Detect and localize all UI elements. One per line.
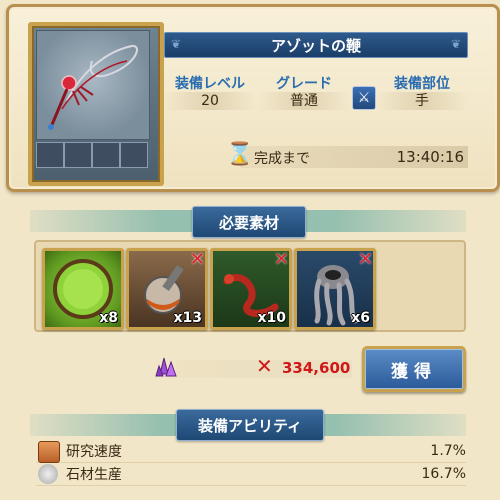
equipment-name: アゾットの鞭	[270, 36, 361, 55]
grey-tentacle-icon[interactable]: ✕ x6	[294, 248, 376, 330]
ability-label: 研究速度	[66, 444, 122, 460]
sword-icon: ⚔	[352, 86, 376, 110]
grade-value: 普通	[258, 92, 350, 110]
whip-icon[interactable]	[36, 30, 150, 140]
ornament-icon: ❦	[171, 37, 182, 51]
equipment-name-banner: ❦ アゾットの鞭 ❦	[164, 32, 468, 58]
level-value: 20	[164, 92, 256, 110]
cost-value: 334,600	[282, 359, 351, 377]
missing-mark-icon: ✕	[256, 354, 273, 378]
material-count: x10	[257, 310, 286, 326]
material-count: x13	[173, 310, 202, 326]
green-orb-icon[interactable]: x8	[42, 248, 124, 330]
ability-label: 石材生産	[66, 467, 122, 483]
missing-mark-icon: ✕	[357, 249, 373, 270]
hourglass-icon: ⌛	[226, 142, 254, 167]
materials-title: 必要素材	[192, 206, 306, 238]
grade-label: グレード	[276, 76, 332, 92]
slot-label: 装備部位	[394, 76, 450, 92]
socket-slot	[36, 142, 64, 168]
material-count: x8	[99, 310, 118, 326]
ability-value: 1.7%	[430, 443, 466, 459]
socket-slot	[92, 142, 120, 168]
book-icon	[38, 441, 60, 463]
abilities-title: 装備アビリティ	[176, 409, 324, 441]
missing-mark-icon: ✕	[273, 249, 289, 270]
ability-row: 研究速度 1.7%	[36, 440, 466, 463]
ability-row: 石材生産 16.7%	[36, 463, 466, 486]
alchemy-flask-icon[interactable]: ✕ x13	[126, 248, 208, 330]
material-count: x6	[351, 310, 370, 326]
socket-slot	[64, 142, 92, 168]
socket-slot	[120, 142, 148, 168]
stone-icon	[38, 464, 58, 484]
level-label: 装備レベル	[175, 76, 245, 92]
ability-value: 16.7%	[421, 466, 466, 482]
missing-mark-icon: ✕	[189, 249, 205, 270]
timer-label: 完成まで	[254, 151, 310, 167]
ornament-icon: ❦	[450, 37, 461, 51]
slot-value: 手	[376, 92, 468, 110]
acquire-button[interactable]: 獲得	[362, 346, 466, 392]
red-serpent-icon[interactable]: ✕ x10	[210, 248, 292, 330]
timer-value: 13:40:16	[396, 148, 464, 166]
purple-crystal-icon	[154, 354, 180, 380]
